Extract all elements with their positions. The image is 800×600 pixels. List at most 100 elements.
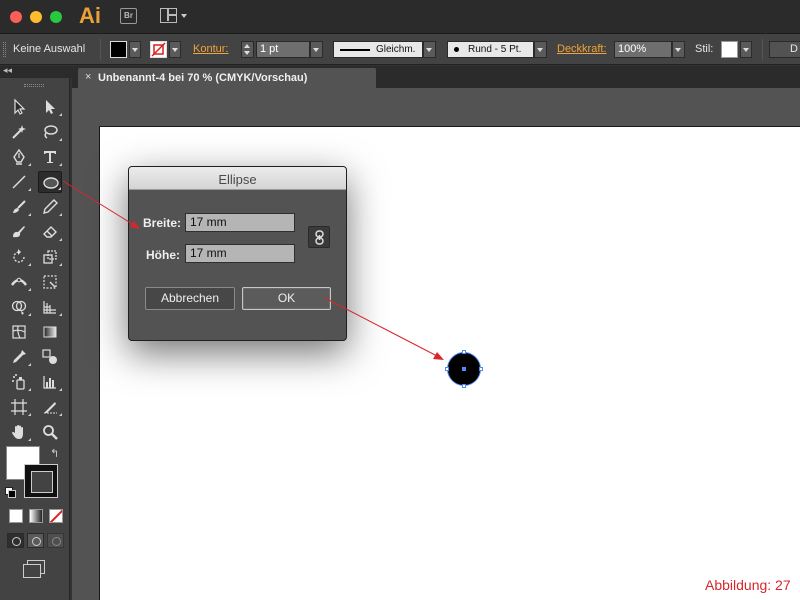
blob-brush-tool[interactable] bbox=[7, 221, 31, 243]
stroke-panel-link[interactable]: Kontur: bbox=[193, 43, 228, 55]
mesh-tool[interactable] bbox=[7, 321, 31, 343]
document-setup-label: D bbox=[790, 43, 798, 55]
selection-tool[interactable] bbox=[7, 96, 31, 118]
slice-knife-icon bbox=[44, 402, 57, 414]
stroke-weight-field[interactable]: 1 pt bbox=[256, 41, 310, 58]
chevron-down-icon bbox=[132, 48, 138, 52]
anchor-point[interactable] bbox=[462, 384, 466, 388]
rotate-tool[interactable] bbox=[7, 246, 31, 268]
color-mode-button[interactable] bbox=[9, 509, 23, 523]
ellipse-tool[interactable] bbox=[38, 171, 62, 193]
paintbrush-tool[interactable] bbox=[7, 196, 31, 218]
pen-tool[interactable] bbox=[7, 146, 31, 168]
type-tool[interactable] bbox=[38, 146, 62, 168]
swap-fill-stroke-icon[interactable]: ↰ bbox=[50, 447, 59, 460]
width-input[interactable]: 17 mm bbox=[185, 213, 295, 232]
zoom-tool[interactable] bbox=[38, 421, 62, 443]
ok-button[interactable]: OK bbox=[242, 287, 331, 310]
document-tab[interactable]: × Unbenannt-4 bei 70 % (CMYK/Vorschau) bbox=[78, 68, 376, 88]
line-segment-tool[interactable] bbox=[7, 171, 31, 193]
width-label: Breite: bbox=[143, 216, 182, 230]
symbol-sprayer-tool[interactable] bbox=[7, 371, 31, 393]
hand-tool[interactable] bbox=[7, 421, 31, 443]
bridge-button[interactable]: Br bbox=[120, 8, 137, 24]
stepper-down-icon[interactable] bbox=[244, 51, 250, 55]
perspective-grid-tool[interactable] bbox=[38, 296, 62, 318]
magic-wand-icon bbox=[12, 125, 26, 139]
opacity-dropdown[interactable] bbox=[672, 41, 685, 58]
opacity-panel-link[interactable]: Deckkraft: bbox=[557, 43, 607, 55]
brush-label: Rund - 5 Pt. bbox=[468, 44, 522, 55]
stroke-color-swatch[interactable] bbox=[150, 41, 167, 58]
shape-builder-icon bbox=[11, 300, 27, 315]
draw-normal-button[interactable] bbox=[7, 533, 24, 548]
direct-selection-tool[interactable] bbox=[38, 96, 62, 118]
pencil-tool[interactable] bbox=[38, 196, 62, 218]
height-label: Höhe: bbox=[146, 248, 180, 262]
height-input[interactable]: 17 mm bbox=[185, 244, 295, 263]
selection-arrow-icon bbox=[14, 98, 26, 115]
default-fill-stroke-icon[interactable] bbox=[5, 487, 16, 498]
screen-mode-icon[interactable] bbox=[23, 559, 47, 579]
stepper-up-icon[interactable] bbox=[244, 44, 250, 48]
close-window-button[interactable] bbox=[10, 11, 22, 23]
artboard-tool[interactable] bbox=[7, 396, 31, 418]
arrange-documents-button[interactable] bbox=[160, 8, 188, 24]
scale-icon bbox=[43, 250, 57, 264]
round-brush-icon bbox=[454, 47, 459, 52]
brush-definition[interactable]: Rund - 5 Pt. bbox=[447, 41, 534, 58]
shape-builder-tool[interactable] bbox=[7, 296, 31, 318]
line-segment-icon bbox=[12, 175, 26, 189]
dialog-title: Ellipse bbox=[218, 172, 257, 187]
stroke-color-dropdown[interactable] bbox=[169, 41, 181, 58]
tools-panel-header: ◂◂ bbox=[0, 65, 72, 78]
document-setup-button[interactable]: D bbox=[769, 41, 800, 58]
eyedropper-tool[interactable] bbox=[7, 346, 31, 368]
zoom-window-button[interactable] bbox=[50, 11, 62, 23]
stroke-weight-stepper[interactable] bbox=[241, 41, 254, 58]
eraser-tool[interactable] bbox=[38, 221, 62, 243]
gradient-mode-button[interactable] bbox=[29, 509, 43, 523]
stroke-weight-dropdown[interactable] bbox=[310, 41, 323, 58]
anchor-point[interactable] bbox=[462, 350, 466, 354]
anchor-point[interactable] bbox=[479, 367, 483, 371]
divider bbox=[762, 39, 763, 60]
draw-behind-button[interactable] bbox=[27, 533, 44, 548]
graphic-style-dropdown[interactable] bbox=[740, 41, 752, 58]
figure-caption: Abbildung: 27 bbox=[705, 577, 791, 593]
magic-wand-tool[interactable] bbox=[7, 121, 31, 143]
variable-width-profile[interactable]: Gleichm. bbox=[333, 41, 423, 58]
lasso-tool[interactable] bbox=[38, 121, 62, 143]
cancel-button[interactable]: Abbrechen bbox=[145, 287, 235, 310]
panel-grip-icon[interactable] bbox=[24, 84, 44, 87]
slice-tool[interactable] bbox=[38, 396, 62, 418]
brush-dropdown[interactable] bbox=[534, 41, 547, 58]
minimize-window-button[interactable] bbox=[30, 11, 42, 23]
zoom-magnifier-icon bbox=[43, 425, 58, 440]
profile-dropdown[interactable] bbox=[423, 41, 436, 58]
stroke-color-box[interactable] bbox=[24, 464, 58, 498]
width-tool[interactable] bbox=[7, 271, 31, 293]
column-graph-tool[interactable] bbox=[38, 371, 62, 393]
scale-tool[interactable] bbox=[38, 246, 62, 268]
collapse-panel-icon[interactable]: ◂◂ bbox=[3, 65, 12, 76]
panel-grip-icon[interactable] bbox=[3, 42, 6, 57]
graphic-style-swatch[interactable] bbox=[721, 41, 738, 58]
dialog-titlebar[interactable]: Ellipse bbox=[129, 167, 346, 190]
illustrator-logo: Ai bbox=[79, 3, 101, 28]
fill-color-dropdown[interactable] bbox=[129, 41, 141, 58]
gradient-tool[interactable] bbox=[38, 321, 62, 343]
column-graph-icon bbox=[43, 376, 56, 389]
none-mode-button[interactable] bbox=[49, 509, 63, 523]
draw-inside-button[interactable] bbox=[47, 533, 64, 548]
gradient-icon bbox=[43, 326, 57, 338]
eraser-icon bbox=[43, 226, 57, 238]
constrain-proportions-button[interactable] bbox=[308, 226, 330, 248]
anchor-point[interactable] bbox=[445, 367, 449, 371]
opacity-field[interactable]: 100% bbox=[614, 41, 672, 58]
close-tab-icon[interactable]: × bbox=[85, 71, 91, 83]
fill-color-swatch[interactable] bbox=[110, 41, 127, 58]
blend-tool[interactable] bbox=[38, 346, 62, 368]
selection-status: Keine Auswahl bbox=[13, 43, 86, 55]
free-transform-tool[interactable] bbox=[38, 271, 62, 293]
